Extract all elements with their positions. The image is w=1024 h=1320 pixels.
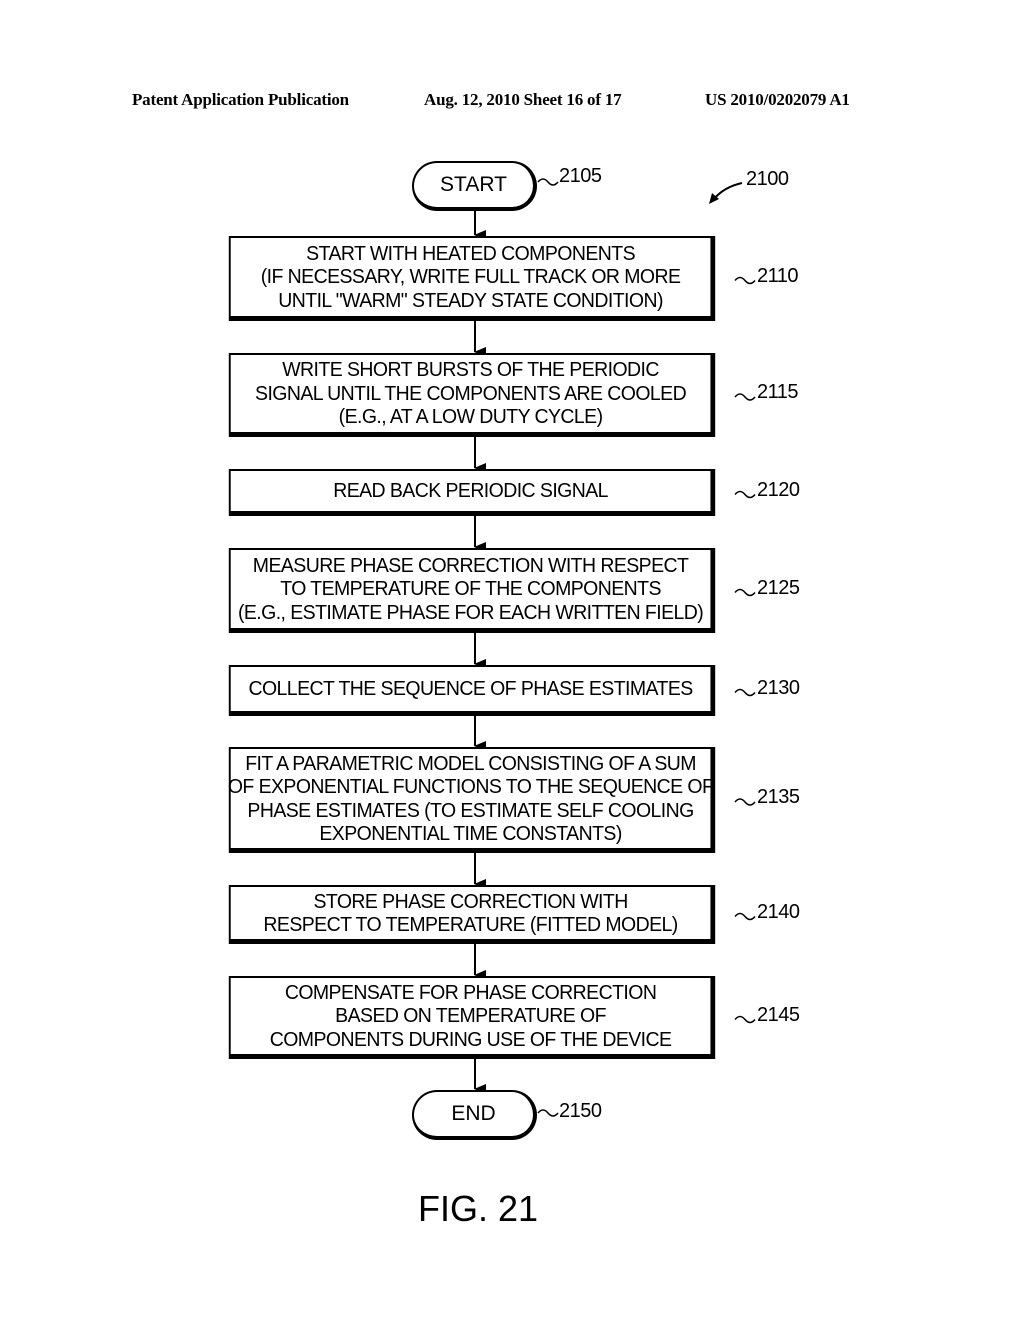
step-text-line: RESPECT TO TEMPERATURE (FITTED MODEL)	[263, 913, 678, 936]
process-step-2110: START WITH HEATED COMPONENTS (IF NECESSAR…	[228, 236, 716, 321]
process-step-2125: MEASURE PHASE CORRECTION WITH RESPECT TO …	[228, 548, 716, 633]
step-text-line: TO TEMPERATURE OF THE COMPONENTS	[280, 577, 661, 601]
step-text-line: (IF NECESSARY, WRITE FULL TRACK OR MORE	[260, 265, 681, 289]
end-label: END	[451, 1102, 496, 1125]
step-ref-number: 2130	[757, 676, 800, 699]
step-text-line: FIT A PARAMETRIC MODEL CONSISTING OF A S…	[245, 751, 696, 775]
start-label: START	[440, 173, 507, 196]
process-step-2135: FIT A PARAMETRIC MODEL CONSISTING OF A S…	[227, 747, 716, 853]
step-ref-number: 2135	[757, 786, 800, 808]
step-text-line: START WITH HEATED COMPONENTS	[306, 241, 635, 265]
step-text-line: WRITE SHORT BURSTS OF THE PERIODIC	[282, 358, 659, 382]
ref-leader-line	[734, 588, 756, 597]
ref-leader-line	[734, 276, 756, 285]
step-ref-number: 2125	[757, 576, 800, 599]
process-step-2120: READ BACK PERIODIC SIGNAL	[228, 469, 716, 516]
step-text-line: STORE PHASE CORRECTION WITH	[313, 889, 628, 913]
ref-leader-line	[734, 798, 756, 806]
step-ref-number: 2120	[757, 478, 800, 501]
step-ref-number: 2115	[757, 381, 799, 403]
step-text-line: MEASURE PHASE CORRECTION WITH RESPECT	[252, 553, 689, 577]
process-step-2130: COLLECT THE SEQUENCE OF PHASE ESTIMATES	[228, 665, 716, 716]
figure-ref-number: 2100	[746, 168, 789, 190]
step-text-line: COMPONENTS DURING USE OF THE DEVICE	[269, 1027, 672, 1051]
ref-leader-line	[734, 688, 756, 697]
start-ref-number: 2105	[559, 165, 602, 187]
ref-leader-line	[537, 178, 559, 186]
ref-leader-line	[734, 912, 756, 921]
process-step-2140: STORE PHASE CORRECTION WITH RESPECT TO TE…	[228, 885, 716, 944]
step-text-line: PHASE ESTIMATES (TO ESTIMATE SELF COOLIN…	[247, 798, 694, 822]
ref-leader-line	[734, 1015, 756, 1024]
figure-ref-pointer-arrow	[713, 182, 743, 200]
step-text-line: UNTIL "WARM" STEADY STATE CONDITION)	[278, 288, 663, 312]
ref-leader-line	[537, 1109, 559, 1117]
step-ref-number: 2140	[757, 900, 800, 923]
step-text-line: BASED ON TEMPERATURE OF	[335, 1004, 606, 1028]
step-ref-number: 2110	[757, 264, 799, 287]
step-text-line: (E.G., AT A LOW DUTY CYCLE)	[338, 405, 603, 429]
step-text-line: EXPONENTIAL TIME CONSTANTS)	[319, 822, 622, 845]
process-step-2145: COMPENSATE FOR PHASE CORRECTION BASED ON …	[228, 976, 716, 1059]
step-text-line: (E.G., ESTIMATE PHASE FOR EACH WRITTEN F…	[237, 600, 704, 624]
figure-label: FIG. 21	[418, 1188, 539, 1229]
step-ref-number: 2145	[757, 1003, 800, 1026]
end-terminal: END	[412, 1090, 537, 1140]
process-step-2115: WRITE SHORT BURSTS OF THE PERIODIC SIGNAL…	[228, 353, 716, 437]
ref-leader-line	[734, 490, 756, 499]
step-text-line: COMPENSATE FOR PHASE CORRECTION	[284, 980, 657, 1004]
end-ref-number: 2150	[559, 1100, 602, 1122]
start-terminal: START	[412, 161, 537, 211]
ref-leader-line	[734, 393, 756, 401]
step-text-line: READ BACK PERIODIC SIGNAL	[333, 479, 608, 503]
step-text-line: SIGNAL UNTIL THE COMPONENTS ARE COOLED	[255, 381, 687, 405]
step-text-line: COLLECT THE SEQUENCE OF PHASE ESTIMATES	[248, 677, 693, 701]
step-text-line: OF EXPONENTIAL FUNCTIONS TO THE SEQUENCE…	[227, 775, 714, 798]
